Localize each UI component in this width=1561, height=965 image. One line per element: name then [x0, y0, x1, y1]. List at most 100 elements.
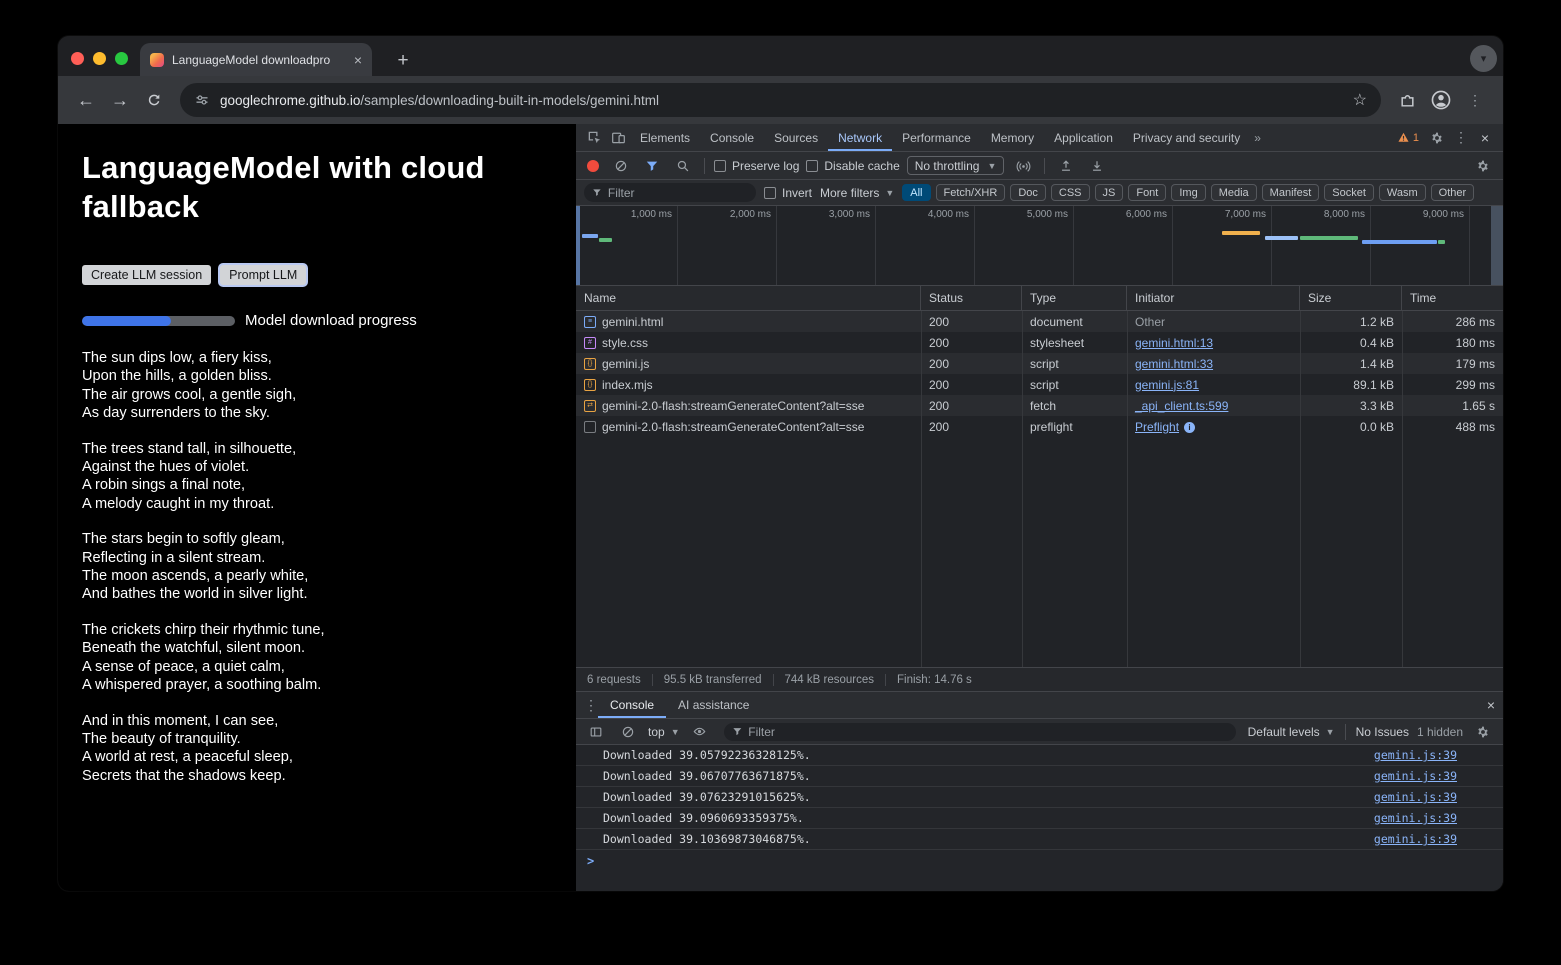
more-panels-button[interactable]: »: [1250, 131, 1265, 145]
network-overview-timeline[interactable]: 1,000 ms 2,000 ms 3,000 ms 4,000 ms 5,00…: [576, 206, 1503, 286]
tab-close-icon[interactable]: ×: [354, 53, 362, 67]
maximize-window-button[interactable]: [115, 52, 128, 65]
tab-elements[interactable]: Elements: [630, 124, 700, 151]
table-row[interactable]: #style.css 200 stylesheet gemini.html:13…: [576, 332, 1503, 353]
console-source-link[interactable]: gemini.js:39: [1374, 748, 1457, 762]
devtools-menu-button[interactable]: ⋮: [1449, 126, 1473, 150]
network-conditions-button[interactable]: [1011, 154, 1035, 178]
column-header-initiator[interactable]: Initiator: [1127, 286, 1300, 310]
more-filters-dropdown[interactable]: More filters ▼: [820, 186, 894, 200]
drawer-close-button[interactable]: ×: [1487, 697, 1495, 713]
browser-menu-button[interactable]: ⋮: [1459, 84, 1491, 116]
disable-cache-checkbox[interactable]: Disable cache: [806, 159, 899, 173]
close-window-button[interactable]: [71, 52, 84, 65]
chip-fetch-xhr[interactable]: Fetch/XHR: [936, 184, 1006, 201]
devtools-close-button[interactable]: ×: [1473, 126, 1497, 150]
tab-sources[interactable]: Sources: [764, 124, 828, 151]
chip-doc[interactable]: Doc: [1010, 184, 1046, 201]
create-llm-session-button[interactable]: Create LLM session: [82, 265, 211, 285]
export-har-button[interactable]: [1054, 154, 1078, 178]
profile-button[interactable]: [1425, 84, 1457, 116]
table-row[interactable]: ≡gemini.html 200 document Other 1.2 kB 2…: [576, 311, 1503, 332]
import-har-button[interactable]: [1085, 154, 1109, 178]
request-initiator-link[interactable]: Preflight: [1135, 420, 1179, 434]
bookmark-star-icon[interactable]: ☆: [1353, 90, 1367, 110]
tab-privacy-and-security[interactable]: Privacy and security: [1123, 124, 1250, 151]
tab-console[interactable]: Console: [700, 124, 764, 151]
network-settings-button[interactable]: [1471, 154, 1495, 178]
forward-button[interactable]: →: [104, 84, 136, 116]
hidden-messages-count[interactable]: 1 hidden: [1417, 725, 1463, 739]
chip-css[interactable]: CSS: [1051, 184, 1090, 201]
console-filter-input-box[interactable]: [724, 723, 1236, 741]
warning-badge[interactable]: 1: [1397, 131, 1419, 144]
console-settings-button[interactable]: [1471, 720, 1495, 744]
clear-console-button[interactable]: [616, 720, 640, 744]
column-header-time[interactable]: Time: [1402, 286, 1503, 310]
preserve-log-checkbox[interactable]: Preserve log: [714, 159, 799, 173]
table-row[interactable]: {}gemini.js 200 script gemini.html:33 1.…: [576, 353, 1503, 374]
chip-all[interactable]: All: [902, 184, 930, 201]
filter-toggle-button[interactable]: [640, 154, 664, 178]
console-source-link[interactable]: gemini.js:39: [1374, 832, 1457, 846]
devtools-settings-button[interactable]: [1425, 126, 1449, 150]
back-button[interactable]: ←: [70, 84, 102, 116]
network-filter-input[interactable]: [608, 186, 748, 200]
overview-selection-handle-left[interactable]: [576, 206, 580, 285]
console-source-link[interactable]: gemini.js:39: [1374, 811, 1457, 825]
issues-counter[interactable]: No Issues: [1356, 725, 1409, 739]
clear-network-log-button[interactable]: [609, 154, 633, 178]
network-search-button[interactable]: [671, 154, 695, 178]
tab-performance[interactable]: Performance: [892, 124, 981, 151]
new-tab-button[interactable]: +: [390, 48, 416, 74]
chip-manifest[interactable]: Manifest: [1262, 184, 1320, 201]
tab-memory[interactable]: Memory: [981, 124, 1044, 151]
minimize-window-button[interactable]: [93, 52, 106, 65]
chip-font[interactable]: Font: [1128, 184, 1166, 201]
table-row[interactable]: ⇄gemini-2.0-flash:streamGenerateContent?…: [576, 395, 1503, 416]
tab-application[interactable]: Application: [1044, 124, 1123, 151]
tab-search-button[interactable]: ▾: [1470, 45, 1497, 72]
extensions-button[interactable]: [1391, 84, 1423, 116]
live-expression-button[interactable]: [688, 720, 712, 744]
drawer-tab-ai-assistance[interactable]: AI assistance: [666, 692, 761, 718]
overview-selection-handle-right[interactable]: [1491, 206, 1503, 285]
record-network-log-button[interactable]: [587, 160, 599, 172]
browser-tab[interactable]: LanguageModel downloadpro ×: [140, 43, 372, 76]
request-initiator-link[interactable]: gemini.js:81: [1135, 378, 1199, 392]
chip-img[interactable]: Img: [1171, 184, 1205, 201]
prompt-llm-button[interactable]: Prompt LLM: [220, 265, 306, 285]
site-settings-icon[interactable]: [194, 92, 210, 108]
column-header-status[interactable]: Status: [921, 286, 1022, 310]
drawer-menu-icon[interactable]: ⋮: [584, 697, 598, 714]
throttling-select[interactable]: No throttling ▼: [907, 156, 1005, 175]
device-toolbar-button[interactable]: [606, 126, 630, 150]
request-initiator-link[interactable]: gemini.html:33: [1135, 357, 1213, 371]
inspect-element-button[interactable]: [582, 126, 606, 150]
console-source-link[interactable]: gemini.js:39: [1374, 790, 1457, 804]
drawer-tab-console[interactable]: Console: [598, 692, 666, 718]
chip-wasm[interactable]: Wasm: [1379, 184, 1426, 201]
log-levels-dropdown[interactable]: Default levels ▼: [1248, 725, 1335, 739]
request-initiator-link[interactable]: _api_client.ts:599: [1135, 399, 1228, 413]
javascript-context-select[interactable]: top ▼: [648, 725, 680, 739]
chip-other[interactable]: Other: [1431, 184, 1475, 201]
chip-media[interactable]: Media: [1211, 184, 1257, 201]
console-sidebar-button[interactable]: [584, 720, 608, 744]
column-header-type[interactable]: Type: [1022, 286, 1127, 310]
info-icon[interactable]: i: [1184, 422, 1195, 433]
url-bar[interactable]: googlechrome.github.io/samples/downloadi…: [180, 83, 1381, 117]
console-prompt[interactable]: >: [576, 850, 1503, 872]
tab-network[interactable]: Network: [828, 124, 892, 151]
chip-js[interactable]: JS: [1095, 184, 1124, 201]
request-initiator-link[interactable]: gemini.html:13: [1135, 336, 1213, 350]
console-source-link[interactable]: gemini.js:39: [1374, 769, 1457, 783]
reload-button[interactable]: [138, 84, 170, 116]
column-header-size[interactable]: Size: [1300, 286, 1402, 310]
network-filter-input-box[interactable]: [584, 183, 756, 202]
table-row[interactable]: {}index.mjs 200 script gemini.js:81 89.1…: [576, 374, 1503, 395]
invert-checkbox[interactable]: Invert: [764, 186, 812, 200]
table-row[interactable]: gemini-2.0-flash:streamGenerateContent?a…: [576, 416, 1503, 437]
column-header-name[interactable]: Name: [576, 286, 921, 310]
chip-socket[interactable]: Socket: [1324, 184, 1374, 201]
